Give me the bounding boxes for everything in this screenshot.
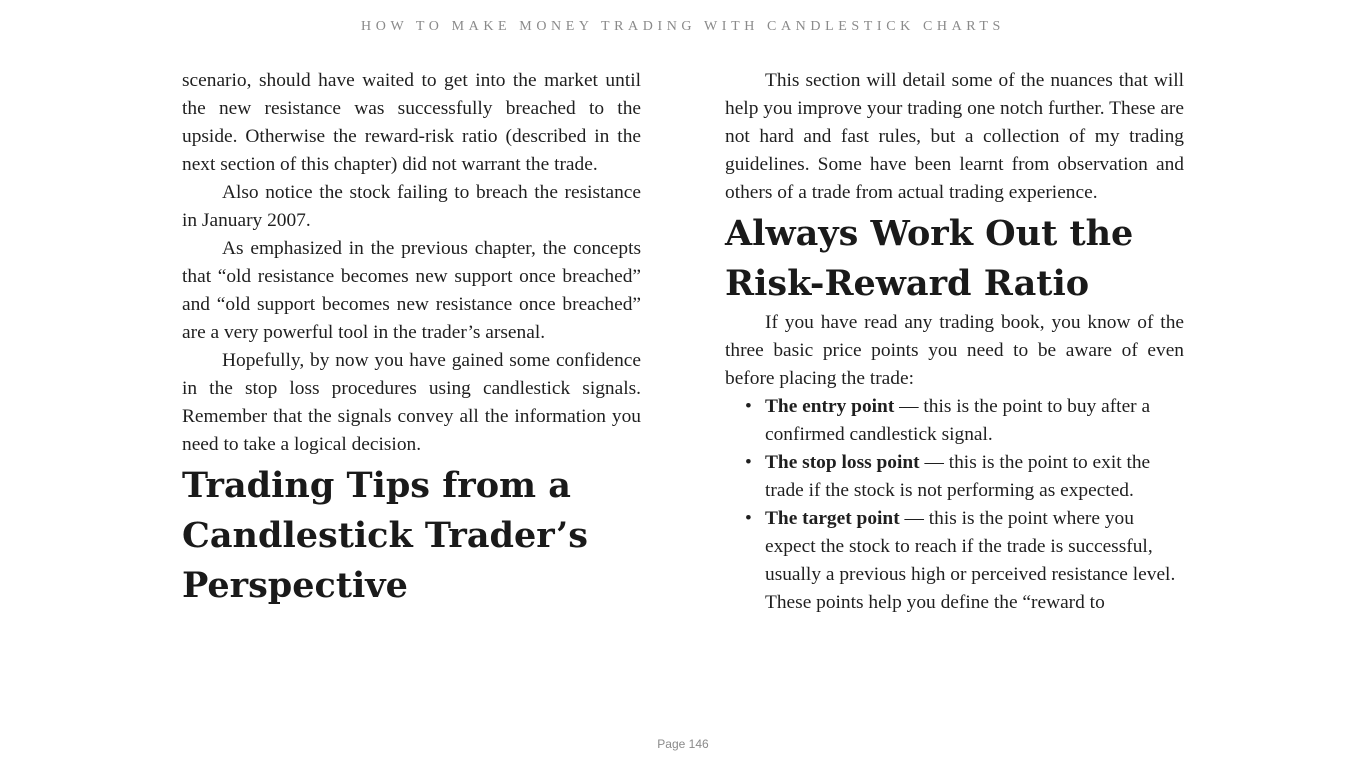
paragraph: These points help you define the “reward… <box>765 592 1105 613</box>
bullet-icon: • <box>745 452 752 473</box>
list-item-term: The target point <box>765 508 900 529</box>
list-item-term: The entry point <box>765 396 895 417</box>
right-page-column: This section will detail some of the nua… <box>725 67 1184 617</box>
list-item: • The stop loss point — this is the point… <box>745 449 1184 505</box>
list-item-term: The stop loss point <box>765 452 920 473</box>
page-number: Page 146 <box>657 737 709 751</box>
paragraph: Also notice the stock failing to breach … <box>182 182 641 231</box>
left-page-column: scenario, should have waited to get into… <box>182 67 641 611</box>
paragraph: This section will detail some of the nua… <box>725 70 1184 203</box>
paragraph: scenario, should have waited to get into… <box>182 70 641 175</box>
section-heading-trading-tips: Trading Tips from a Candlestick Trader’s… <box>182 465 588 606</box>
bullet-icon: • <box>745 508 752 529</box>
paragraph: If you have read any trading book, you k… <box>725 312 1184 389</box>
bullet-icon: • <box>745 396 752 417</box>
running-header-title: HOW TO MAKE MONEY TRADING WITH CANDLESTI… <box>361 19 1005 34</box>
list-item: • The target point — this is the point wh… <box>745 505 1184 589</box>
paragraph: Hopefully, by now you have gained some c… <box>182 350 641 455</box>
section-heading-risk-reward: Always Work Out the Risk-Reward Ratio <box>725 213 1134 304</box>
paragraph: As emphasized in the previous chapter, t… <box>182 238 641 343</box>
list-item: • The entry point — this is the point to … <box>745 393 1184 449</box>
price-points-list: • The entry point — this is the point to … <box>725 393 1184 589</box>
